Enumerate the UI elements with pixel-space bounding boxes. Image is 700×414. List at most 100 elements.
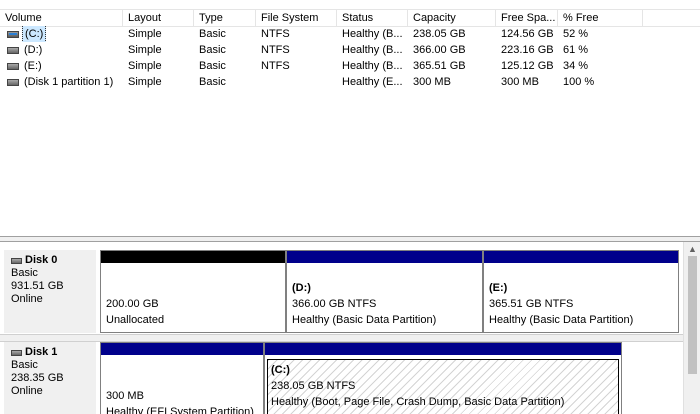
drive-icon <box>7 78 19 86</box>
disk-size: 931.51 GB <box>11 280 64 292</box>
partition-label: (E:) <box>489 282 508 294</box>
free-space-cell: 124.56 GB <box>501 28 554 40</box>
column-header-percent-free[interactable]: % Free <box>558 10 643 27</box>
scroll-up-arrow-icon[interactable]: ▲ <box>684 242 700 256</box>
volume-list: Volume Layout Type File System Status Ca… <box>0 0 700 236</box>
partition-body: (C:) 238.05 GB NTFS Healthy (Boot, Page … <box>267 359 619 414</box>
partition-size: 300 MB <box>106 390 144 402</box>
file-system-cell: NTFS <box>261 44 290 56</box>
status-cell: Healthy (B... <box>342 60 403 72</box>
table-row[interactable]: (C:) Simple Basic NTFS Healthy (B... 238… <box>0 26 700 42</box>
layout-cell: Simple <box>128 44 162 56</box>
table-row[interactable]: (Disk 1 partition 1) Simple Basic Health… <box>0 74 700 90</box>
layout-cell: Simple <box>128 60 162 72</box>
free-space-cell: 125.12 GB <box>501 60 554 72</box>
layout-cell: Simple <box>128 76 162 88</box>
column-header-status[interactable]: Status <box>337 10 408 27</box>
partition-e[interactable]: (E:) 365.51 GB NTFS Healthy (Basic Data … <box>483 250 679 333</box>
drive-icon <box>7 62 19 70</box>
partition-status: Healthy (Boot, Page File, Crash Dump, Ba… <box>271 396 565 408</box>
capacity-cell: 300 MB <box>413 76 451 88</box>
column-header-layout[interactable]: Layout <box>123 10 194 27</box>
partition-label <box>106 280 280 296</box>
drive-icon <box>7 46 19 54</box>
status-cell: Healthy (B... <box>342 44 403 56</box>
partition-label <box>106 372 258 388</box>
volume-cell: (Disk 1 partition 1) <box>2 74 123 90</box>
percent-free-cell: 52 % <box>563 28 589 40</box>
disk-name: Disk 0 <box>25 254 58 266</box>
disk-graphical-view: Disk 0 Basic 931.51 GB Online 200.00 GB … <box>0 242 700 414</box>
disk-title: Disk 1 <box>11 346 96 359</box>
disk-name: Disk 1 <box>25 346 58 358</box>
free-space-cell: 300 MB <box>501 76 539 88</box>
volume-cell: (D:) <box>2 42 123 58</box>
disk-size: 238.35 GB <box>11 372 64 384</box>
file-system-cell <box>256 74 337 90</box>
column-header-capacity[interactable]: Capacity <box>408 10 496 27</box>
disk-state: Online <box>11 293 43 305</box>
table-row[interactable]: (E:) Simple Basic NTFS Healthy (B... 365… <box>0 58 700 74</box>
column-header-volume[interactable]: Volume <box>0 10 123 27</box>
volume-name: (D:) <box>24 44 43 56</box>
volume-cell: (E:) <box>2 58 123 74</box>
volume-name: (C:) <box>22 26 47 42</box>
disk-info-panel[interactable]: Disk 0 Basic 931.51 GB Online <box>4 250 96 333</box>
disk-type: Basic <box>11 359 38 371</box>
status-cell: Healthy (E... <box>342 76 403 88</box>
partition-status: Healthy (Basic Data Partition) <box>292 314 437 326</box>
partition-status: Healthy (EFI System Partition) <box>106 406 254 414</box>
vertical-scrollbar[interactable]: ▲ <box>683 242 700 414</box>
disk-title: Disk 0 <box>11 254 96 267</box>
type-cell: Basic <box>199 28 226 40</box>
partition-bar <box>101 251 285 263</box>
partition-size: 238.05 GB NTFS <box>271 380 356 392</box>
partition-label: (C:) <box>271 364 290 376</box>
partition-status: Healthy (Basic Data Partition) <box>489 314 634 326</box>
table-row[interactable]: (D:) Simple Basic NTFS Healthy (B... 366… <box>0 42 700 58</box>
partition-label: (D:) <box>292 282 311 294</box>
capacity-cell: 366.00 GB <box>413 44 466 56</box>
partition-bar <box>287 251 482 263</box>
disk-icon <box>11 349 22 356</box>
file-system-cell: NTFS <box>261 60 290 72</box>
file-system-cell: NTFS <box>261 28 290 40</box>
percent-free-cell: 34 % <box>563 60 589 72</box>
capacity-cell: 365.51 GB <box>413 60 466 72</box>
partition-body: 200.00 GB Unallocated <box>101 276 285 332</box>
partition-bar <box>265 343 621 355</box>
disk-type: Basic <box>11 267 38 279</box>
volume-name: (Disk 1 partition 1) <box>24 76 114 88</box>
partition-size: 200.00 GB <box>106 298 159 310</box>
volume-name: (E:) <box>24 60 42 72</box>
partition-size: 366.00 GB NTFS <box>292 298 377 310</box>
type-cell: Basic <box>199 44 226 56</box>
partition-c[interactable]: (C:) 238.05 GB NTFS Healthy (Boot, Page … <box>264 342 622 414</box>
scrollbar-thumb[interactable] <box>688 256 697 374</box>
column-header-free-space[interactable]: Free Spa... <box>496 10 558 27</box>
type-cell: Basic <box>199 60 226 72</box>
column-header-type[interactable]: Type <box>194 10 256 27</box>
partition-bar <box>101 343 263 355</box>
free-space-cell: 223.16 GB <box>501 44 554 56</box>
disk-row-0: Disk 0 Basic 931.51 GB Online 200.00 GB … <box>0 242 683 338</box>
disk-icon <box>11 257 22 264</box>
partition-body: (D:) 366.00 GB NTFS Healthy (Basic Data … <box>287 276 482 332</box>
partition-bar <box>484 251 678 263</box>
disk-row-1: Disk 1 Basic 238.35 GB Online 300 MB Hea… <box>0 334 683 414</box>
percent-free-cell: 100 % <box>563 76 595 88</box>
status-cell: Healthy (B... <box>342 28 403 40</box>
volume-list-header: Volume Layout Type File System Status Ca… <box>0 9 700 27</box>
disk-info-panel[interactable]: Disk 1 Basic 238.35 GB Online <box>4 342 96 414</box>
partition-status: Unallocated <box>106 314 165 326</box>
partition-d[interactable]: (D:) 366.00 GB NTFS Healthy (Basic Data … <box>286 250 483 333</box>
capacity-cell: 238.05 GB <box>413 28 466 40</box>
column-header-file-system[interactable]: File System <box>256 10 337 27</box>
type-cell: Basic <box>199 76 226 88</box>
partition-size: 365.51 GB NTFS <box>489 298 574 310</box>
partition-efi[interactable]: 300 MB Healthy (EFI System Partition) <box>100 342 264 414</box>
percent-free-cell: 61 % <box>563 44 589 56</box>
partition-body: 300 MB Healthy (EFI System Partition) <box>101 368 263 414</box>
partition-unallocated[interactable]: 200.00 GB Unallocated <box>100 250 286 333</box>
disk-state: Online <box>11 385 43 397</box>
